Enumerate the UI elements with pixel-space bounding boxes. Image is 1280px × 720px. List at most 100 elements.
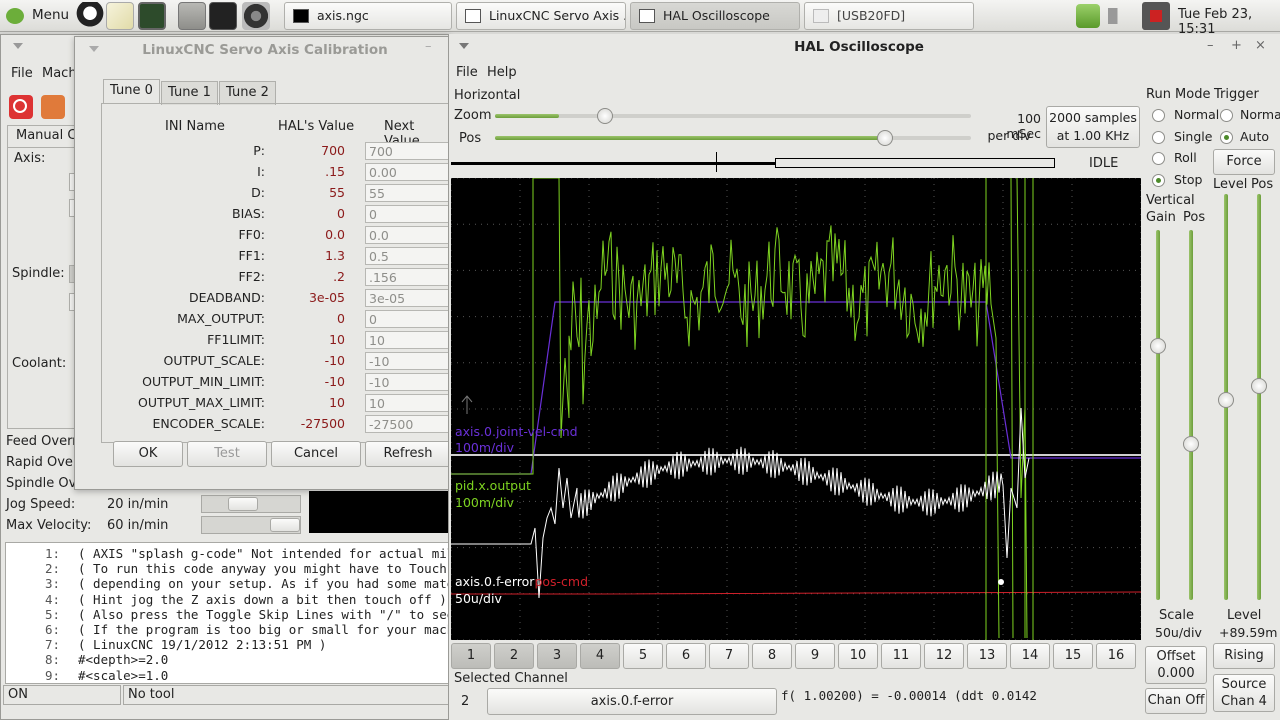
tab-tune-2[interactable]: Tune 2 bbox=[219, 81, 276, 105]
scope-menu-file[interactable]: File bbox=[456, 65, 478, 80]
run-mode-radio-roll[interactable] bbox=[1152, 152, 1165, 165]
channel-button-4[interactable]: 4 bbox=[580, 643, 620, 669]
param-next-value-input[interactable]: .156 bbox=[365, 268, 451, 286]
window-menu-icon[interactable] bbox=[13, 43, 23, 49]
vertical-pos-slider[interactable] bbox=[1183, 230, 1199, 600]
window-menu-icon[interactable] bbox=[89, 46, 99, 52]
rising-button[interactable]: Rising bbox=[1213, 643, 1275, 669]
jog-speed-slider[interactable] bbox=[201, 495, 301, 513]
chan-off-button[interactable]: Chan Off bbox=[1145, 688, 1207, 714]
channel-button-3[interactable]: 3 bbox=[537, 643, 577, 669]
vertical-pos-slider-handle[interactable] bbox=[1183, 436, 1199, 452]
run-mode-radio-normal[interactable] bbox=[1152, 109, 1165, 122]
samples-button[interactable]: 2000 samples at 1.00 KHz bbox=[1046, 106, 1140, 148]
gcode-line[interactable]: 8: #<depth>=2.0 bbox=[6, 652, 168, 667]
channel-button-1[interactable]: 1 bbox=[451, 643, 491, 669]
zoom-slider[interactable] bbox=[495, 108, 971, 124]
param-next-value-input[interactable]: -10 bbox=[365, 352, 451, 370]
trigger-pos-handle[interactable] bbox=[1251, 378, 1267, 394]
volume-muted-icon[interactable] bbox=[1108, 8, 1132, 24]
window-menu-icon[interactable] bbox=[459, 43, 469, 49]
selected-channel-name-button[interactable]: axis.0.f-error bbox=[487, 688, 777, 715]
task-calibration[interactable]: LinuxCNC Servo Axis ... bbox=[456, 2, 626, 30]
menu-file[interactable]: File bbox=[11, 66, 33, 81]
channel-button-13[interactable]: 13 bbox=[967, 643, 1007, 669]
terminal-green-icon[interactable] bbox=[138, 2, 166, 30]
max-velocity-slider[interactable] bbox=[201, 516, 301, 534]
param-next-value-input[interactable]: 0.00 bbox=[365, 163, 451, 181]
maximize-icon[interactable]: + bbox=[1231, 38, 1242, 53]
trigger-label-auto[interactable]: Auto bbox=[1240, 129, 1269, 144]
task-axis[interactable]: axis.ngc bbox=[284, 2, 452, 30]
task-usb[interactable]: [USB20FD] bbox=[804, 2, 974, 30]
channel-button-5[interactable]: 5 bbox=[623, 643, 663, 669]
cancel-button[interactable]: Cancel bbox=[271, 441, 361, 467]
minimize-icon[interactable]: – bbox=[425, 39, 432, 54]
run-mode-label-stop[interactable]: Stop bbox=[1174, 172, 1202, 187]
trigger-level-slider[interactable] bbox=[1218, 194, 1234, 600]
param-next-value-input[interactable]: 0 bbox=[365, 205, 451, 223]
channel-button-10[interactable]: 10 bbox=[838, 643, 878, 669]
gcode-line[interactable]: 3: ( depending on your setup. As if you h… bbox=[6, 576, 450, 591]
offset-button[interactable]: Offset 0.000 bbox=[1145, 646, 1207, 684]
terminal-icon[interactable] bbox=[209, 2, 237, 30]
channel-button-2[interactable]: 2 bbox=[494, 643, 534, 669]
param-next-value-input[interactable]: 55 bbox=[365, 184, 451, 202]
gcode-line[interactable]: 4: ( Hint jog the Z axis down a bit then … bbox=[6, 592, 447, 607]
channel-button-6[interactable]: 6 bbox=[666, 643, 706, 669]
camera-icon[interactable] bbox=[242, 2, 270, 30]
gcode-line[interactable]: 2: ( To run this code anyway you might ha… bbox=[6, 561, 450, 576]
tab-tune-1[interactable]: Tune 1 bbox=[161, 81, 218, 105]
gcode-line[interactable]: 9: #<scale>=1.0 bbox=[6, 668, 168, 683]
trigger-label-normal[interactable]: Normal bbox=[1240, 107, 1280, 122]
channel-button-14[interactable]: 14 bbox=[1010, 643, 1050, 669]
param-next-value-input[interactable]: 10 bbox=[365, 331, 451, 349]
test-button[interactable]: Test bbox=[187, 441, 267, 467]
channel-button-12[interactable]: 12 bbox=[924, 643, 964, 669]
zoom-slider-handle[interactable] bbox=[597, 108, 613, 124]
text-editor-icon[interactable] bbox=[106, 2, 134, 30]
gain-slider-handle[interactable] bbox=[1150, 338, 1166, 354]
channel-button-9[interactable]: 9 bbox=[795, 643, 835, 669]
scope-menu-help[interactable]: Help bbox=[487, 65, 517, 80]
close-icon[interactable]: × bbox=[1255, 38, 1266, 53]
run-mode-label-roll[interactable]: Roll bbox=[1174, 150, 1197, 165]
source-button[interactable]: Source Chan 4 bbox=[1213, 674, 1275, 712]
param-next-value-input[interactable]: -10 bbox=[365, 373, 451, 391]
clock[interactable]: Tue Feb 23, 15:31 bbox=[1178, 7, 1280, 37]
gcode-line[interactable]: 6: ( If the program is too big or small f… bbox=[6, 622, 450, 637]
gcode-listing[interactable]: 1: ( AXIS "splash g-code" Not intended fo… bbox=[5, 542, 451, 684]
pos-slider-handle[interactable] bbox=[877, 130, 893, 146]
channel-button-7[interactable]: 7 bbox=[709, 643, 749, 669]
trigger-radio-auto[interactable] bbox=[1220, 131, 1233, 144]
menu-button[interactable]: Menu bbox=[32, 7, 69, 23]
gain-slider[interactable] bbox=[1150, 230, 1166, 600]
param-next-value-input[interactable]: 0.0 bbox=[365, 226, 451, 244]
ok-button[interactable]: OK bbox=[113, 441, 183, 467]
power-icon[interactable] bbox=[41, 95, 65, 119]
trigger-pos-slider[interactable] bbox=[1251, 194, 1267, 600]
force-button[interactable]: Force bbox=[1213, 149, 1275, 175]
param-next-value-input[interactable]: 0 bbox=[365, 310, 451, 328]
gcode-line[interactable]: 1: ( AXIS "splash g-code" Not intended fo… bbox=[6, 546, 450, 561]
tab-tune-0[interactable]: Tune 0 bbox=[103, 79, 160, 103]
trigger-level-handle[interactable] bbox=[1218, 392, 1234, 408]
file-manager-icon[interactable] bbox=[178, 2, 206, 30]
display-window-bar[interactable] bbox=[775, 158, 1055, 168]
minimize-icon[interactable]: – bbox=[1207, 38, 1214, 53]
shield-check-icon[interactable] bbox=[1076, 4, 1100, 28]
run-mode-label-normal[interactable]: Normal bbox=[1174, 107, 1219, 122]
refresh-button[interactable]: Refresh bbox=[365, 441, 451, 467]
trigger-radio-normal[interactable] bbox=[1220, 109, 1233, 122]
task-hal-oscilloscope[interactable]: HAL Oscilloscope bbox=[630, 2, 800, 30]
channel-button-15[interactable]: 15 bbox=[1053, 643, 1093, 669]
record-position-bar[interactable] bbox=[451, 162, 776, 165]
param-next-value-input[interactable]: -27500 bbox=[365, 415, 451, 433]
channel-button-11[interactable]: 11 bbox=[881, 643, 921, 669]
param-next-value-input[interactable]: 700 bbox=[365, 142, 451, 160]
max-velocity-handle[interactable] bbox=[270, 518, 300, 532]
channel-button-8[interactable]: 8 bbox=[752, 643, 792, 669]
linuxcnc-launcher-icon[interactable] bbox=[76, 2, 104, 30]
param-next-value-input[interactable]: 10 bbox=[365, 394, 451, 412]
estop-icon[interactable] bbox=[9, 95, 33, 119]
